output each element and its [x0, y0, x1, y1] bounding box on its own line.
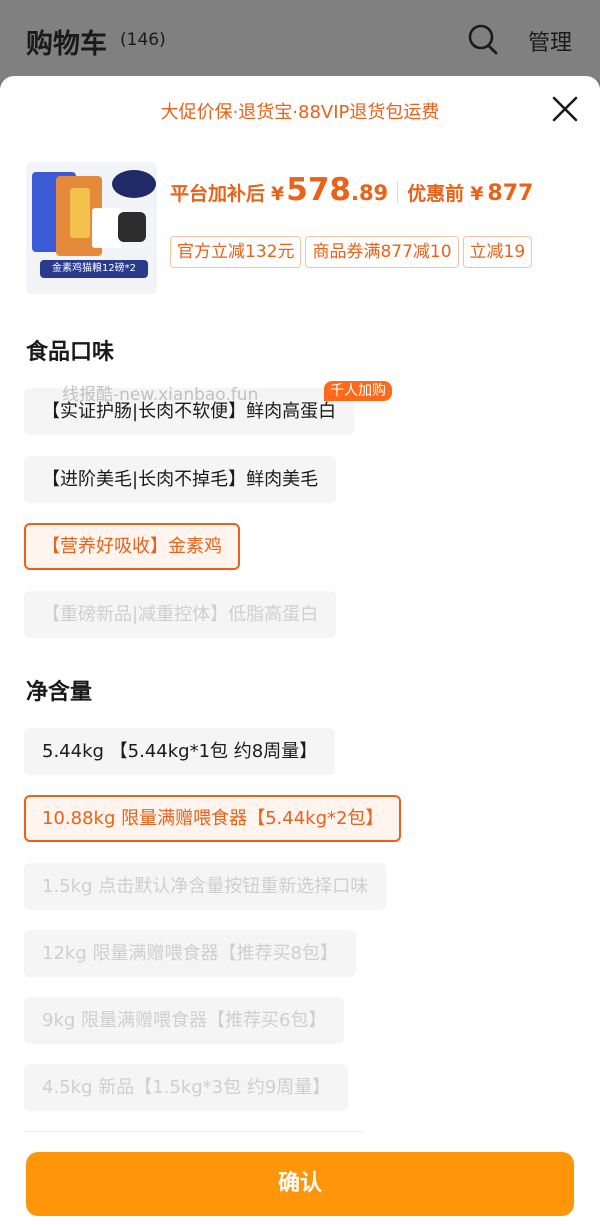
product-thumbnail[interactable]: 金素鸡猫粮12磅*2 — [26, 162, 157, 294]
divider — [24, 1131, 364, 1132]
coupon-tag: 商品券满877减10 — [305, 236, 459, 268]
cart-header: 购物车 (146) 管理 — [0, 0, 600, 80]
search-icon[interactable] — [468, 24, 498, 56]
price-prefix: 平台加补后 — [170, 183, 266, 205]
promo-banner: 大促价保·退货宝·88VIP退货包运费 — [160, 102, 440, 123]
price-row: 平台加补后 ¥ 578 .89 优惠前 ¥ 877 — [170, 172, 533, 212]
price-decimal: .89 — [350, 181, 389, 205]
sku-selector-sheet: 大促价保·退货宝·88VIP退货包运费 金素鸡猫粮12磅*2 平台加补后 ¥ 5… — [0, 76, 600, 1225]
original-currency-symbol: ¥ — [470, 183, 484, 205]
flavor-option-selected[interactable]: 【营养好吸收】金素鸡 — [24, 523, 240, 570]
cart-title: 购物车 — [26, 29, 107, 60]
product-thumb-caption: 金素鸡猫粮12磅*2 — [40, 260, 148, 278]
flavor-option[interactable]: 【进阶美毛|长肉不掉毛】鲜肉美毛 — [24, 456, 337, 503]
coupon-tag: 立减19 — [462, 236, 533, 268]
watermark: 线报酷-new.xianbao.fun — [62, 385, 259, 405]
close-icon[interactable] — [550, 94, 580, 124]
flavor-section-title: 食品口味 — [26, 340, 115, 365]
currency-symbol: ¥ — [271, 183, 285, 205]
coupon-list: 官方立减132元 商品券满877减10 立减19 — [170, 236, 556, 268]
weight-option-disabled: 4.5kg 新品【1.5kg*3包 约9周量】 — [24, 1064, 349, 1111]
flavor-option-disabled: 【重磅新品|减重控体】低脂高蛋白 — [24, 591, 337, 638]
coupon-tag: 官方立减132元 — [170, 236, 302, 268]
original-price-label: 优惠前 — [407, 183, 465, 205]
weight-option-disabled: 1.5kg 点击默认净含量按钮重新选择口味 — [24, 863, 387, 910]
weight-option-disabled: 12kg 限量满赠喂食器【推荐买8包】 — [24, 930, 356, 977]
popular-badge: 千人加购 — [324, 381, 392, 401]
price-divider — [397, 181, 399, 203]
manage-button[interactable]: 管理 — [528, 25, 572, 57]
weight-option[interactable]: 5.44kg 【5.44kg*1包 约8周量】 — [24, 728, 336, 775]
weight-option-disabled: 9kg 限量满赠喂食器【推荐买6包】 — [24, 997, 345, 1044]
original-price: 877 — [487, 181, 534, 206]
cart-count: (146) — [120, 30, 166, 50]
weight-option-selected[interactable]: 10.88kg 限量满赠喂食器【5.44kg*2包】 — [24, 795, 402, 842]
confirm-button[interactable]: 确认 — [26, 1152, 574, 1216]
weight-section-title: 净含量 — [26, 680, 93, 705]
price-integer: 578 — [286, 172, 351, 208]
